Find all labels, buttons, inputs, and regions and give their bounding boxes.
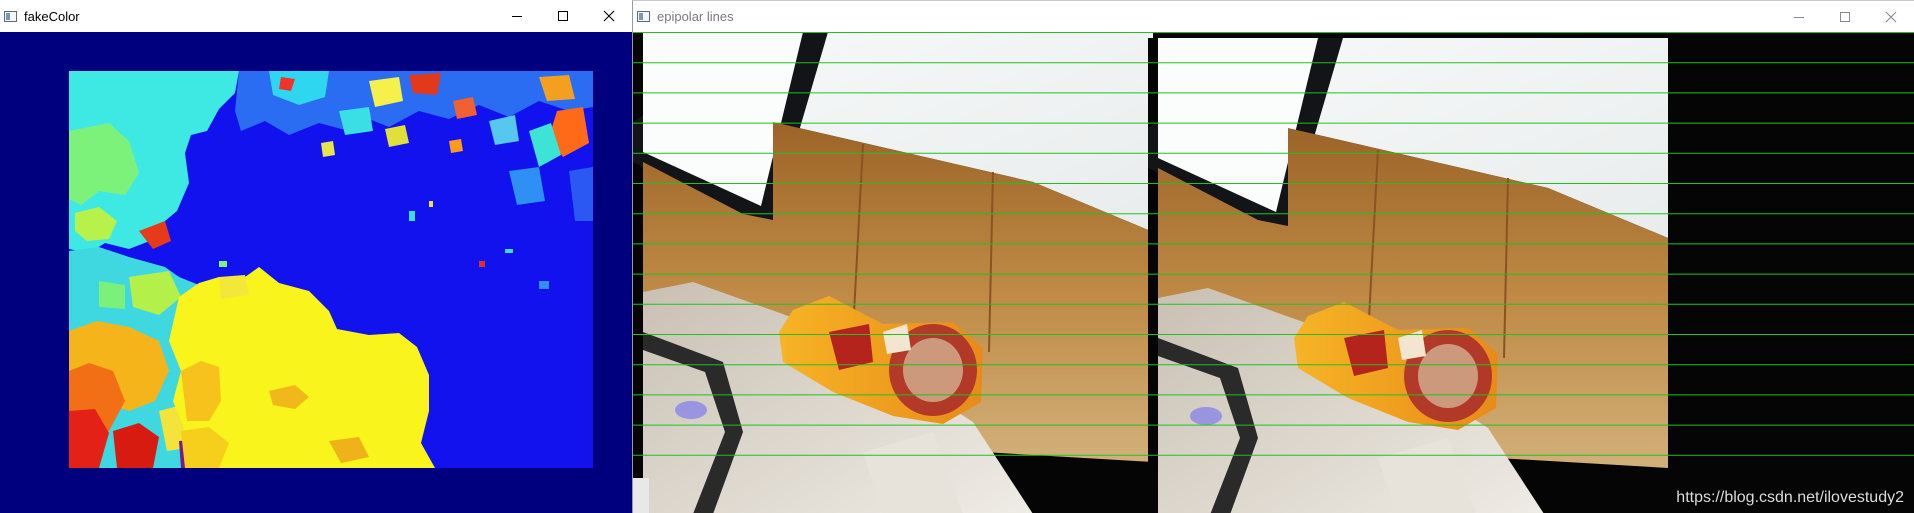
opencv-window-icon bbox=[4, 10, 17, 22]
fakecolor-window-title: fakeColor bbox=[24, 8, 80, 24]
close-button[interactable] bbox=[1868, 1, 1914, 33]
maximize-button[interactable] bbox=[1822, 1, 1868, 33]
epipolar-canvas: https://blog.csdn.net/ilovestudy2 bbox=[633, 32, 1914, 513]
fakecolor-window-controls bbox=[494, 0, 632, 32]
close-icon bbox=[1885, 11, 1897, 23]
maximize-icon bbox=[1840, 12, 1850, 22]
close-icon bbox=[603, 10, 615, 22]
right-rectified-image bbox=[1147, 32, 1914, 513]
maximize-button[interactable] bbox=[540, 0, 586, 32]
epipolar-window-title: epipolar lines bbox=[657, 9, 734, 24]
minimize-button[interactable] bbox=[494, 0, 540, 32]
fakecolor-window: fakeColor bbox=[0, 0, 632, 513]
fakecolor-titlebar[interactable]: fakeColor bbox=[0, 0, 632, 32]
epipolar-window: epipolar lines https://blog.csdn.net/ilo… bbox=[632, 0, 1914, 513]
desktop: fakeColor epipolar lines https://blog.cs… bbox=[0, 0, 1914, 513]
maximize-icon bbox=[558, 11, 568, 21]
epipolar-titlebar[interactable]: epipolar lines bbox=[633, 1, 1914, 32]
minimize-button[interactable] bbox=[1776, 1, 1822, 33]
disparity-fakecolor-image bbox=[69, 71, 593, 468]
minimize-icon bbox=[512, 16, 522, 17]
close-button[interactable] bbox=[586, 0, 632, 32]
watermark-url: https://blog.csdn.net/ilovestudy2 bbox=[1676, 489, 1904, 506]
fakecolor-canvas bbox=[0, 32, 632, 513]
opencv-window-icon bbox=[637, 11, 650, 22]
minimize-icon bbox=[1794, 17, 1804, 18]
epipolar-window-controls bbox=[1776, 1, 1914, 33]
